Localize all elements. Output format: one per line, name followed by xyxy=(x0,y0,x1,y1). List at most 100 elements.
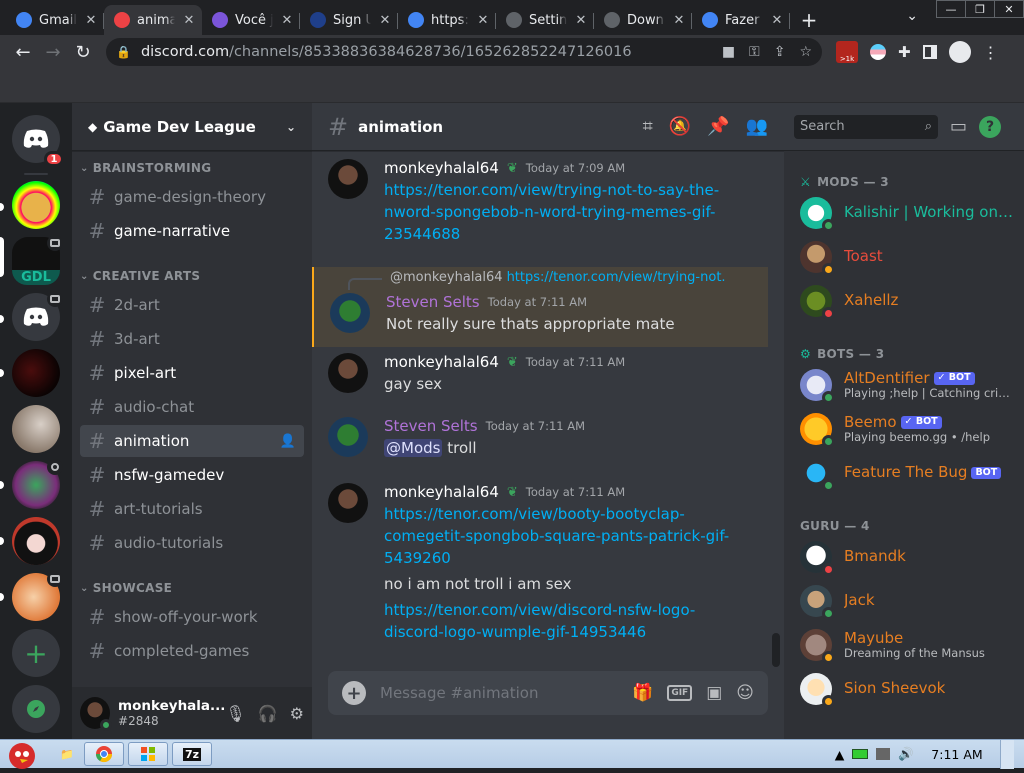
member-item[interactable]: Jack xyxy=(800,585,1024,620)
chrome-menu-icon[interactable]: ⋮ xyxy=(983,43,999,62)
new-tab-button[interactable]: + xyxy=(794,5,824,35)
server-icon-green-art[interactable] xyxy=(12,459,63,509)
taskbar-7zip-icon[interactable]: 7z xyxy=(172,742,212,766)
message-link[interactable]: https://tenor.com/view/booty-bootyclap- xyxy=(384,503,768,525)
member-item[interactable]: Xahellz xyxy=(800,285,1024,320)
browser-tab[interactable]: Você j ✕ xyxy=(202,5,300,35)
server-icon-dark-red[interactable] xyxy=(12,349,60,397)
browser-tab[interactable]: Fazer ✕ xyxy=(692,5,790,35)
tray-expand-icon[interactable]: ▲ xyxy=(835,747,845,762)
show-desktop-button[interactable] xyxy=(1000,739,1014,769)
tab-close-icon[interactable]: ✕ xyxy=(770,13,784,28)
message-link[interactable]: comegetit-spongbob-square-pants-patrick-… xyxy=(384,525,768,547)
server-icon-cat[interactable] xyxy=(12,405,60,453)
browser-tab[interactable]: Sign U ✕ xyxy=(300,5,398,35)
message-author[interactable]: monkeyhalal64 xyxy=(384,159,499,177)
gif-picker-icon[interactable]: GIF xyxy=(667,685,693,701)
category-header[interactable]: ⌄ CREATIVE ARTS xyxy=(80,269,200,283)
profile-avatar[interactable] xyxy=(948,41,971,63)
taskbar-windows-icon[interactable] xyxy=(128,742,168,766)
message-link[interactable]: https://tenor.com/view/discord-nsfw-logo… xyxy=(384,599,768,621)
server-icon-doge[interactable] xyxy=(12,181,60,229)
reply-preview[interactable]: @monkeyhalal64 https://tenor.com/view/try… xyxy=(386,270,726,285)
battery-icon[interactable] xyxy=(852,749,869,759)
user-names[interactable]: monkeyhala... #2848 xyxy=(118,698,225,729)
headphones-icon[interactable]: 🎧 xyxy=(258,704,278,723)
restore-button[interactable]: ❐ xyxy=(965,0,995,18)
tab-search-icon[interactable]: ⌄ xyxy=(906,8,918,24)
server-icon-discord-logo[interactable] xyxy=(12,291,63,341)
message-author[interactable]: Steven Selts xyxy=(386,293,480,311)
gift-icon[interactable]: 🎁 xyxy=(632,683,653,703)
message-author[interactable]: Steven Selts xyxy=(384,417,478,435)
settings-gear-icon[interactable]: ⚙ xyxy=(290,704,304,723)
tab-close-icon[interactable]: ✕ xyxy=(378,13,392,28)
taskbar-folder-icon[interactable]: 📁 xyxy=(54,742,80,766)
message-link[interactable]: 5439260 xyxy=(384,547,768,569)
channel-item[interactable]: # animation 👤 xyxy=(80,425,304,457)
category-header[interactable]: ⌄ BRAINSTORMING xyxy=(80,161,211,175)
tab-close-icon[interactable]: ✕ xyxy=(84,13,98,28)
message-avatar[interactable] xyxy=(328,483,368,523)
server-icon-orange-art[interactable] xyxy=(12,571,63,621)
member-item[interactable]: Beemo ✓ BOT Playing beemo.gg • /help xyxy=(800,413,1024,448)
channel-item[interactable]: # game-design-theory xyxy=(80,181,304,213)
message-input[interactable] xyxy=(380,684,633,702)
key-icon[interactable]: ⚿ xyxy=(749,44,760,60)
channel-item[interactable]: #3d-art xyxy=(80,323,304,355)
pinned-messages-icon[interactable]: 📌 xyxy=(707,116,729,137)
message-link[interactable]: discord-logo-wumple-gif-14953446 xyxy=(384,621,768,643)
browser-tab[interactable]: Settin ✕ xyxy=(496,5,594,35)
message-avatar[interactable] xyxy=(330,293,370,333)
taskbar-chrome-icon[interactable] xyxy=(84,742,124,766)
channel-item[interactable]: # pixel-art xyxy=(80,357,304,389)
channel-item[interactable]: # art-tutorials xyxy=(80,493,304,525)
camera-icon[interactable]: ■ xyxy=(722,44,735,60)
member-list-icon[interactable]: 👥 xyxy=(746,116,768,137)
browser-tab[interactable]: animation ✕ xyxy=(104,5,202,35)
message-link[interactable]: https://tenor.com/view/trying-not-to-say… xyxy=(384,179,768,201)
message-avatar[interactable] xyxy=(328,353,368,393)
member-item[interactable]: Bmandk xyxy=(800,541,1024,576)
channel-item[interactable]: #2d-art xyxy=(80,289,304,321)
search-box[interactable]: Search ⌕ xyxy=(794,114,938,139)
forward-button[interactable]: → xyxy=(38,37,68,67)
pride-extension-icon[interactable] xyxy=(870,44,886,60)
member-item[interactable]: Mayube Dreaming of the Mansus xyxy=(800,629,1024,664)
channel-item[interactable]: # completed-games xyxy=(80,635,304,667)
close-window-button[interactable]: ✕ xyxy=(994,0,1024,18)
address-bar[interactable]: 🔒 discord.com/channels/853388363846287​3… xyxy=(106,38,822,66)
role-mention[interactable]: @Mods xyxy=(384,439,443,457)
channel-item[interactable]: # nsfw-gamedev xyxy=(80,459,304,491)
side-panel-icon[interactable] xyxy=(922,45,937,59)
invite-member-icon[interactable]: 👤 xyxy=(280,434,296,449)
message-link[interactable]: 23544688 xyxy=(384,223,768,245)
member-item[interactable]: Feature The Bug BOT xyxy=(800,457,1024,492)
tab-close-icon[interactable]: ✕ xyxy=(672,13,686,28)
start-button[interactable] xyxy=(0,740,50,769)
category-header[interactable]: ⌄ SHOWCASE xyxy=(80,581,172,595)
channel-item[interactable]: # show-off-your-work xyxy=(80,601,304,633)
browser-tab[interactable]: Gmail ✕ xyxy=(6,5,104,35)
channel-item[interactable]: # game-narrative xyxy=(80,215,304,247)
member-item[interactable]: Sion Sheevok xyxy=(800,673,1024,708)
emoji-icon[interactable]: ☺ xyxy=(736,683,754,703)
tab-close-icon[interactable]: ✕ xyxy=(280,13,294,28)
message-avatar[interactable] xyxy=(328,417,368,457)
tab-close-icon[interactable]: ✕ xyxy=(182,13,196,28)
inbox-icon[interactable]: ▭ xyxy=(950,116,967,137)
upload-plus-button[interactable]: + xyxy=(342,681,366,705)
volume-icon[interactable]: 🔊 xyxy=(898,746,914,762)
sticker-icon[interactable]: ▣ xyxy=(706,683,722,703)
add-server-button[interactable]: + xyxy=(12,629,60,677)
share-icon[interactable]: ⇪ xyxy=(774,44,786,60)
threads-icon[interactable]: ⌗ xyxy=(643,116,653,137)
network-icon[interactable] xyxy=(876,748,891,760)
member-item[interactable]: Kalishir | Working on n... xyxy=(800,197,1024,232)
reload-button[interactable]: ↻ xyxy=(68,37,98,67)
browser-tab[interactable]: Down ✕ xyxy=(594,5,692,35)
puzzle-extensions-icon[interactable]: ✚ xyxy=(898,43,911,61)
lock-icon[interactable]: 🔒 xyxy=(116,45,131,59)
user-avatar[interactable] xyxy=(80,697,113,731)
message-author[interactable]: monkeyhalal64 xyxy=(384,353,499,371)
